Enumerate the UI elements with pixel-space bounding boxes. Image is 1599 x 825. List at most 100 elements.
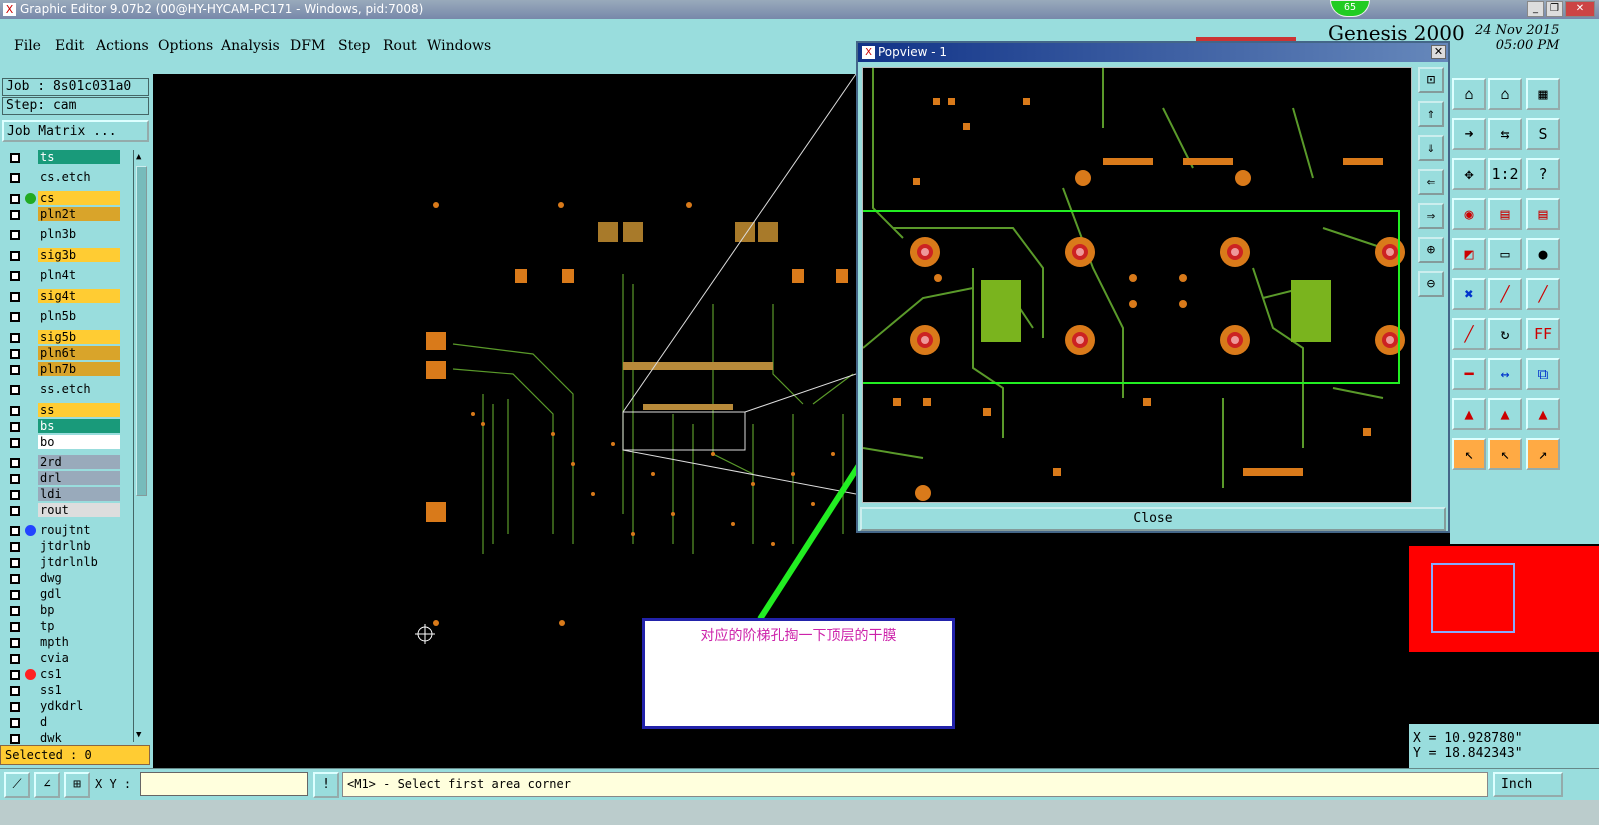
layer-a-tool-icon[interactable]: ▤ — [1488, 198, 1522, 230]
layer-row[interactable]: bo — [5, 435, 120, 450]
cross-tool-icon[interactable]: ✖ — [1452, 278, 1486, 310]
scroll-thumb[interactable] — [136, 166, 147, 496]
layer-name[interactable]: dwk — [38, 731, 120, 745]
layer-row[interactable]: cs1 — [5, 667, 120, 682]
layer-name[interactable]: pln2t — [38, 207, 120, 221]
layer-row[interactable]: pln2t — [5, 207, 120, 222]
job-matrix-button[interactable]: Job Matrix ... — [2, 120, 149, 142]
layer-row[interactable]: cs.etch — [5, 170, 120, 185]
layer-name[interactable]: rout — [38, 503, 120, 517]
layer-row[interactable]: pln7b — [5, 362, 120, 377]
measure-tool-icon[interactable]: ◩ — [1452, 238, 1486, 270]
layer-row[interactable]: ss — [5, 403, 120, 418]
layer-checkbox[interactable] — [10, 638, 20, 648]
layer-checkbox[interactable] — [10, 312, 20, 322]
line-tool-icon[interactable]: ╱ — [1488, 278, 1522, 310]
layer-checkbox[interactable] — [10, 230, 20, 240]
layer-row[interactable]: bs — [5, 419, 120, 434]
diag-tool-icon[interactable]: ╱ — [1452, 318, 1486, 350]
layer-row[interactable]: ldi — [5, 487, 120, 502]
tri-a-tool-icon[interactable]: ▲ — [1452, 398, 1486, 430]
layer-row[interactable]: rout — [5, 503, 120, 518]
popview-zoom-fit-icon[interactable]: ⊡ — [1418, 67, 1444, 93]
layer-checkbox[interactable] — [10, 292, 20, 302]
scroll-down-icon[interactable]: ▼ — [136, 730, 147, 740]
arrow-right-tool-icon[interactable]: ➜ — [1452, 118, 1486, 150]
layer-name[interactable]: roujtnt — [38, 523, 120, 537]
grid-tool-icon[interactable]: ▦ — [1526, 78, 1560, 110]
menu-actions[interactable]: Actions — [96, 38, 149, 54]
help-tool-icon[interactable]: ? — [1526, 158, 1560, 190]
dimension-tool-icon[interactable]: ↔ — [1488, 358, 1522, 390]
layer-name[interactable]: cs1 — [38, 667, 120, 681]
layer-row[interactable]: jtdrlnlb — [5, 555, 120, 570]
scroll-up-icon[interactable]: ▲ — [136, 152, 147, 162]
layer-name[interactable]: sig3b — [38, 248, 120, 262]
layer-checkbox[interactable] — [10, 702, 20, 712]
layer-checkbox[interactable] — [10, 670, 20, 680]
menu-step[interactable]: Step — [338, 38, 370, 54]
menu-options[interactable]: Options — [158, 38, 213, 54]
rotate-tool-icon[interactable]: ↻ — [1488, 318, 1522, 350]
layer-checkbox[interactable] — [10, 458, 20, 468]
layer-row[interactable]: pln3b — [5, 227, 120, 242]
layer-row[interactable]: cvia — [5, 651, 120, 666]
layer-checkbox[interactable] — [10, 606, 20, 616]
menu-rout[interactable]: Rout — [383, 38, 417, 54]
layer-row[interactable]: mpth — [5, 635, 120, 650]
layer-checkbox[interactable] — [10, 194, 20, 204]
layer-row[interactable]: gdl — [5, 587, 120, 602]
layer-name[interactable]: mpth — [38, 635, 120, 649]
layer-checkbox[interactable] — [10, 542, 20, 552]
popview-canvas[interactable] — [862, 67, 1412, 503]
layer-checkbox[interactable] — [10, 385, 20, 395]
layer-checkbox[interactable] — [10, 590, 20, 600]
layer-name[interactable]: gdl — [38, 587, 120, 601]
layer-name[interactable]: drl — [38, 471, 120, 485]
layer-name[interactable]: ss.etch — [38, 382, 120, 396]
layer-checkbox[interactable] — [10, 622, 20, 632]
layer-checkbox[interactable] — [10, 153, 20, 163]
menu-edit[interactable]: Edit — [55, 38, 84, 54]
layer-name[interactable]: cvia — [38, 651, 120, 665]
snap-icon[interactable]: ⟋ — [4, 772, 30, 798]
layer-row[interactable]: pln5b — [5, 309, 120, 324]
xy-input[interactable] — [140, 772, 308, 796]
popview-close-icon[interactable]: ✕ — [1431, 45, 1446, 59]
layer-row[interactable]: jtdrlnb — [5, 539, 120, 554]
layer-row[interactable]: ss1 — [5, 683, 120, 698]
layer-checkbox[interactable] — [10, 718, 20, 728]
layer-row[interactable]: ss.etch — [5, 382, 120, 397]
layer-checkbox[interactable] — [10, 271, 20, 281]
swap-tool-icon[interactable]: ⇆ — [1488, 118, 1522, 150]
alert-icon[interactable]: ! — [313, 772, 339, 798]
layer-checkbox[interactable] — [10, 506, 20, 516]
layer-name[interactable]: cs.etch — [38, 170, 120, 184]
popview-close-button[interactable]: Close — [860, 507, 1446, 531]
pad-tool-icon[interactable]: ● — [1526, 238, 1560, 270]
layer-checkbox[interactable] — [10, 365, 20, 375]
layer-row[interactable]: tp — [5, 619, 120, 634]
layer-name[interactable]: ydkdrl — [38, 699, 120, 713]
layer-checkbox[interactable] — [10, 438, 20, 448]
layer-checkbox[interactable] — [10, 474, 20, 484]
popview-pan-up-icon[interactable]: ⇑ — [1418, 101, 1444, 127]
layer-name[interactable]: 2rd — [38, 455, 120, 469]
layer-row[interactable]: pln4t — [5, 268, 120, 283]
layer-name[interactable]: bs — [38, 419, 120, 433]
tri-c-tool-icon[interactable]: ▲ — [1526, 398, 1560, 430]
layer-name[interactable]: tp — [38, 619, 120, 633]
layer-checkbox[interactable] — [10, 558, 20, 568]
layer-checkbox[interactable] — [10, 251, 20, 261]
measure-icon[interactable]: ∠ — [34, 772, 60, 798]
layer-row[interactable]: pln6t — [5, 346, 120, 361]
menu-file[interactable]: File — [14, 38, 41, 54]
layer-checkbox[interactable] — [10, 654, 20, 664]
layer-checkbox[interactable] — [10, 422, 20, 432]
layer-name[interactable]: bp — [38, 603, 120, 617]
line2-tool-icon[interactable]: ╱ — [1526, 278, 1560, 310]
unit-select[interactable]: Inch — [1493, 772, 1563, 797]
layer-name[interactable]: pln5b — [38, 309, 120, 323]
move-tool-icon[interactable]: ✥ — [1452, 158, 1486, 190]
popview-pan-down-icon[interactable]: ⇓ — [1418, 135, 1444, 161]
